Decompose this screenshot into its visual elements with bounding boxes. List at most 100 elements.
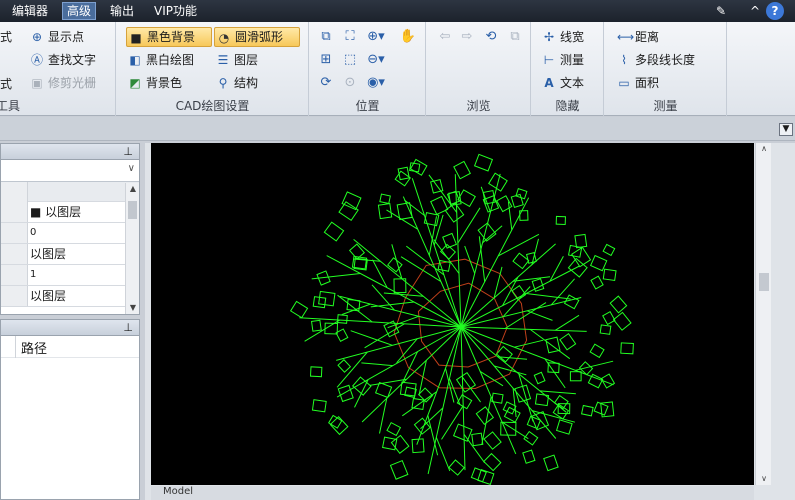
leaf-shape	[589, 254, 608, 272]
find-text-label: 查找文字	[48, 53, 97, 67]
twig-line	[531, 238, 539, 265]
forward-arrow-icon[interactable]: ⇨	[457, 27, 477, 47]
black-background-button[interactable]: ■ 黑色背景	[126, 27, 212, 47]
menu-advanced[interactable]: 高级	[62, 2, 97, 20]
property-row[interactable]: 1	[1, 265, 139, 286]
twig-line	[441, 405, 464, 440]
leaf-shape	[413, 417, 431, 435]
polyline-length-button[interactable]: ⌇ 多段线长度	[615, 50, 695, 70]
zoom-in-icon[interactable]: ⊕▾	[366, 27, 386, 47]
leaf-shape	[323, 221, 345, 242]
ruler-icon: ⊢	[543, 53, 555, 67]
leaf-shape	[534, 393, 550, 407]
property-row[interactable]: 以图层	[1, 286, 139, 307]
scroll-down-icon[interactable]: ▼	[126, 302, 140, 314]
leaf-shape	[523, 430, 539, 446]
tools-item-1[interactable]: 式	[0, 28, 12, 45]
leaf-shape	[456, 394, 473, 410]
leaf-shape	[620, 342, 634, 355]
property-value: 以图层	[30, 289, 67, 303]
smooth-arc-button[interactable]: ◔ 圆滑弧形	[214, 27, 300, 47]
background-color-button[interactable]: ◩ 背景色	[126, 73, 182, 93]
collapse-ribbon-icon[interactable]: ^	[746, 2, 764, 20]
leaf-shape	[318, 290, 336, 307]
hide-measure-button[interactable]: ⊢ 测量	[540, 50, 584, 70]
pan-hand-icon[interactable]: ✋	[398, 27, 418, 47]
area-button[interactable]: ▭ 面积	[615, 73, 659, 93]
branch-line	[460, 326, 557, 439]
pencil-icon[interactable]: ✎	[712, 2, 730, 20]
zoom-out-icon[interactable]: ⊖▾	[366, 50, 386, 70]
trim-raster-button[interactable]: ▣ 修剪光栅	[28, 73, 96, 93]
tools-group-label: 工具	[0, 99, 21, 113]
chevron-down-icon[interactable]: ▼	[779, 123, 793, 136]
property-row[interactable]: 0	[1, 223, 139, 244]
twig-line	[514, 339, 544, 348]
file-panel-header: ⊥	[1, 320, 139, 336]
scroll-up-icon[interactable]: ∧	[757, 143, 771, 155]
menu-vip[interactable]: VIP功能	[150, 2, 201, 20]
branch-line	[460, 326, 567, 413]
refresh-icon[interactable]: ⟲	[481, 27, 501, 47]
rotate-view-icon[interactable]: ⟳	[316, 73, 336, 93]
leaf-shape	[310, 319, 322, 332]
properties-header: ⊥	[1, 144, 139, 160]
zoom-previous-icon[interactable]: ⊙	[340, 73, 360, 93]
pin-icon[interactable]: ⊥	[123, 320, 133, 336]
find-text-button[interactable]: Ⓐ 查找文字	[28, 50, 96, 70]
properties-scrollbar[interactable]: ▲ ▼	[125, 183, 139, 314]
text-a-icon: A	[544, 76, 554, 90]
position-group-label: 位置	[355, 99, 380, 113]
properties-panel: ⊥ ∨ ■ 以图层 0 以图层 1 以图层 ▲ ▼	[0, 143, 140, 315]
line-width-label: 线宽	[560, 30, 585, 44]
property-row[interactable]: 以图层	[1, 244, 139, 265]
twig-line	[526, 310, 553, 321]
scroll-up-icon[interactable]: ▲	[126, 183, 140, 195]
back-arrow-icon[interactable]: ⇦	[435, 27, 455, 47]
tools-item-2[interactable]: 式	[0, 75, 12, 92]
zoom-extents-icon[interactable]: ⛶	[340, 27, 360, 47]
structure-button[interactable]: ⚲ 结构	[214, 73, 258, 93]
help-icon[interactable]: ?	[766, 2, 784, 20]
property-row[interactable]: ■ 以图层	[1, 202, 139, 223]
menu-output[interactable]: 输出	[106, 2, 138, 20]
text-button[interactable]: A 文本	[540, 73, 584, 93]
polyline-length-label: 多段线长度	[635, 53, 696, 67]
zoom-window-icon[interactable]: ⬚	[340, 50, 360, 70]
fit-window-icon[interactable]: ⧉	[316, 27, 336, 47]
file-column-header[interactable]: 路径	[1, 336, 139, 358]
area-label: 面积	[635, 76, 660, 90]
black-white-drawing-button[interactable]: ◧ 黑白绘图	[126, 50, 194, 70]
distance-button[interactable]: ⟷ 距离	[615, 27, 659, 47]
leaf-shape	[442, 232, 458, 249]
twig-line	[529, 328, 571, 360]
scroll-down-icon[interactable]: ∨	[757, 473, 771, 485]
leaf-shape	[555, 215, 566, 225]
window-zoom-icon[interactable]: ⊞	[316, 50, 336, 70]
plus-circle-icon: ⊕	[31, 30, 43, 44]
structure-label: 结构	[234, 76, 259, 90]
leaf-shape	[475, 406, 495, 425]
pin-icon[interactable]: ⊥	[123, 144, 133, 160]
distance-label: 距离	[635, 30, 660, 44]
orbit-icon[interactable]: ◉▾	[366, 73, 386, 93]
leaf-shape	[335, 328, 349, 343]
show-points-button[interactable]: ⊕ 显示点	[28, 27, 84, 47]
twig-line	[341, 303, 371, 316]
layers-button[interactable]: ☰ 图层	[214, 50, 258, 70]
branch-line	[460, 326, 466, 471]
copy-view-icon[interactable]: ⧉	[505, 27, 525, 47]
canvas-vertical-scrollbar[interactable]: ∧ ∨	[755, 143, 771, 485]
drawing-canvas[interactable]	[151, 143, 754, 486]
scroll-thumb[interactable]	[128, 201, 137, 219]
scroll-thumb[interactable]	[759, 273, 769, 291]
branch-line	[460, 297, 582, 328]
line-width-button[interactable]: ✢ 线宽	[540, 27, 584, 47]
leaf-shape	[386, 421, 402, 437]
model-tab[interactable]: Model	[163, 486, 193, 497]
properties-selector[interactable]: ∨	[1, 160, 139, 182]
leaf-shape	[563, 294, 580, 310]
leaf-shape	[336, 314, 348, 324]
menu-editor[interactable]: 编辑器	[8, 2, 52, 20]
area-icon: ▭	[618, 76, 630, 90]
